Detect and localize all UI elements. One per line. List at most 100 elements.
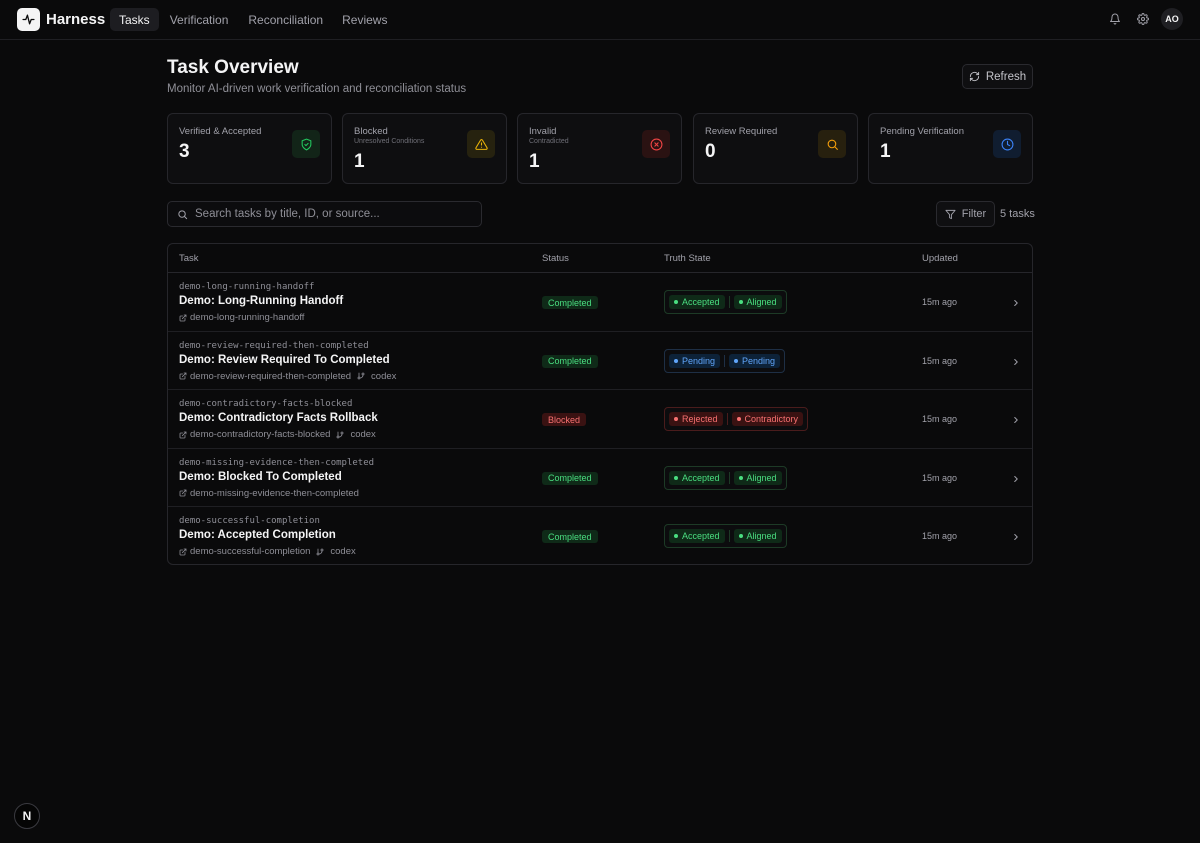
table-row[interactable]: demo-contradictory-facts-blocked Demo: Co… bbox=[168, 390, 1032, 449]
external-link-icon bbox=[179, 372, 187, 380]
updated-time: 15m ago bbox=[922, 472, 958, 483]
column-header-truth-state[interactable]: Truth State bbox=[664, 253, 711, 264]
truth-label: Contradictory bbox=[744, 414, 799, 424]
status-dot bbox=[674, 358, 678, 363]
top-actions: AO bbox=[1098, 8, 1183, 30]
updated-time: 15m ago bbox=[922, 355, 958, 366]
user-avatar[interactable]: AO bbox=[1161, 8, 1183, 30]
column-header-status[interactable]: Status bbox=[542, 253, 569, 264]
status-dot bbox=[738, 534, 743, 538]
task-id: demo-review-required-then-completed bbox=[179, 340, 369, 351]
row-open[interactable] bbox=[1011, 472, 1021, 487]
truth-state: Accepted Aligned bbox=[664, 465, 787, 490]
truth-pill-secondary: Aligned bbox=[733, 470, 782, 485]
status-dot bbox=[738, 300, 743, 304]
task-count: 5 tasks bbox=[1000, 208, 1035, 220]
task-id: demo-contradictory-facts-blocked bbox=[179, 399, 353, 409]
status-dot bbox=[674, 534, 678, 538]
source-name: demo-contradictory-facts-blocked bbox=[190, 429, 331, 440]
filter-icon bbox=[945, 209, 956, 219]
search-input[interactable] bbox=[195, 208, 465, 220]
truth-label: Accepted bbox=[682, 472, 720, 483]
truth-state: Accepted Aligned bbox=[664, 524, 787, 548]
status-dot bbox=[738, 475, 743, 480]
truth-pill-primary: Accepted bbox=[669, 295, 725, 309]
divider bbox=[728, 296, 730, 308]
truth-pill-secondary: Contradictory bbox=[731, 412, 804, 426]
tab-reconciliation[interactable]: Reconciliation bbox=[239, 8, 332, 31]
stat-card-blocked[interactable]: Blocked Unresolved Conditions 1 bbox=[342, 113, 507, 184]
task-source: demo-long-running-handoff bbox=[179, 312, 304, 323]
chevron-right-icon bbox=[1014, 475, 1018, 482]
activity-icon bbox=[17, 8, 40, 31]
task-title: Demo: Blocked To Completed bbox=[179, 470, 342, 483]
truth-label: Aligned bbox=[746, 531, 777, 541]
agent-label: codex bbox=[316, 546, 356, 557]
stat-card-invalid[interactable]: Invalid Contradicted 1 bbox=[517, 113, 682, 184]
bell-icon bbox=[1110, 13, 1120, 25]
next-devtools-button[interactable]: N bbox=[14, 803, 40, 829]
filter-button[interactable]: Filter bbox=[936, 201, 995, 227]
stat-label: Pending Verification bbox=[880, 126, 964, 137]
truth-pill-secondary: Pending bbox=[729, 353, 781, 368]
git-branch-icon bbox=[357, 372, 365, 380]
external-link-icon bbox=[179, 431, 187, 438]
agent-name: codex bbox=[330, 546, 356, 557]
status-dot bbox=[734, 358, 739, 363]
notifications-button[interactable] bbox=[1104, 8, 1126, 30]
stat-card-pending[interactable]: Pending Verification 1 bbox=[868, 113, 1033, 184]
settings-button[interactable] bbox=[1132, 8, 1154, 30]
brand[interactable]: Harness bbox=[17, 8, 105, 31]
task-title: Demo: Review Required To Completed bbox=[179, 353, 390, 366]
tab-verification[interactable]: Verification bbox=[161, 8, 238, 31]
tab-reviews[interactable]: Reviews bbox=[333, 8, 396, 31]
truth-label: Aligned bbox=[746, 297, 777, 307]
external-link-icon bbox=[179, 489, 187, 497]
status-dot bbox=[674, 475, 678, 480]
status-badge: Completed bbox=[542, 471, 598, 485]
task-title: Demo: Accepted Completion bbox=[179, 529, 336, 541]
truth-label: Accepted bbox=[682, 297, 720, 307]
row-open[interactable] bbox=[1011, 296, 1021, 311]
search-box bbox=[167, 201, 482, 227]
stat-card-verified[interactable]: Verified & Accepted 3 bbox=[167, 113, 332, 184]
updated-time: 15m ago bbox=[922, 531, 958, 541]
task-source: demo-review-required-then-completed codex bbox=[179, 371, 396, 382]
tab-tasks[interactable]: Tasks bbox=[110, 8, 159, 31]
row-open[interactable] bbox=[1011, 413, 1021, 428]
task-id: demo-long-running-handoff bbox=[179, 282, 315, 292]
task-id: demo-missing-evidence-then-completed bbox=[179, 457, 375, 468]
stat-label: Review Required bbox=[705, 126, 778, 137]
column-header-task[interactable]: Task bbox=[179, 253, 199, 264]
table-row[interactable]: demo-successful-completion Demo: Accepted… bbox=[168, 507, 1032, 564]
external-link-icon bbox=[179, 314, 187, 321]
truth-label: Aligned bbox=[746, 472, 777, 483]
warning-icon bbox=[467, 130, 495, 158]
truth-pill-primary: Pending bbox=[669, 353, 721, 368]
table-row[interactable]: demo-long-running-handoff Demo: Long-Runn… bbox=[168, 273, 1032, 332]
stat-value: 1 bbox=[529, 151, 540, 172]
stat-value: 0 bbox=[705, 141, 716, 162]
table-row[interactable]: demo-missing-evidence-then-completed Demo… bbox=[168, 449, 1032, 507]
task-source: demo-successful-completion codex bbox=[179, 546, 356, 557]
row-open[interactable] bbox=[1011, 530, 1021, 545]
table-row[interactable]: demo-review-required-then-completed Demo:… bbox=[168, 332, 1032, 390]
refresh-label: Refresh bbox=[985, 70, 1027, 83]
git-branch-icon bbox=[316, 548, 324, 555]
truth-state: Rejected Contradictory bbox=[664, 407, 809, 431]
divider bbox=[724, 354, 726, 367]
status-dot bbox=[674, 300, 678, 304]
main-nav: Tasks Verification Reconciliation Review… bbox=[110, 8, 397, 31]
row-open[interactable] bbox=[1011, 355, 1021, 370]
stat-card-review[interactable]: Review Required 0 bbox=[693, 113, 858, 184]
task-title: Demo: Long-Running Handoff bbox=[179, 295, 344, 307]
page-title: Task Overview bbox=[167, 57, 299, 78]
status-badge: Completed bbox=[542, 296, 598, 309]
search-icon bbox=[818, 130, 846, 158]
truth-label: Rejected bbox=[682, 414, 718, 424]
column-header-updated[interactable]: Updated bbox=[922, 253, 958, 264]
x-circle-icon bbox=[642, 130, 670, 158]
refresh-button[interactable]: Refresh bbox=[962, 64, 1033, 89]
task-table: Task Status Truth State Updated demo-lon… bbox=[167, 243, 1033, 565]
truth-label: Pending bbox=[682, 355, 716, 366]
